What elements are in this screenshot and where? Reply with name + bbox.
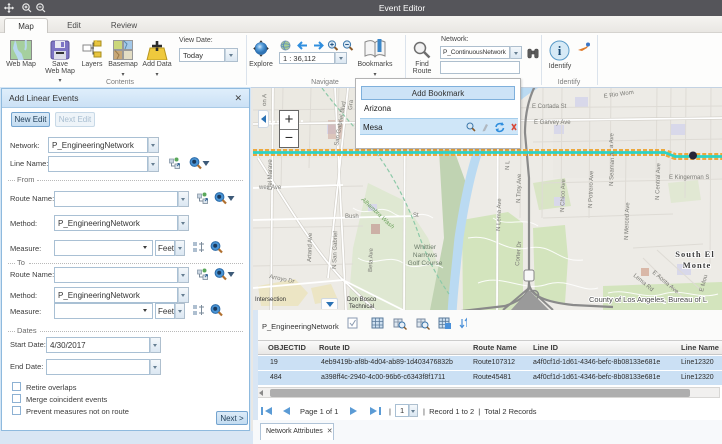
svg-text:Intersection: Intersection [255, 297, 286, 303]
svg-text:N L: N L [505, 160, 511, 170]
svg-text:N Chico Ave: N Chico Ave [560, 178, 567, 212]
svg-text:Don Bosco: Don Bosco [347, 297, 377, 303]
svg-text:Golf Course: Golf Course [408, 260, 443, 267]
svg-text:E Kingerman S: E Kingerman S [669, 175, 709, 181]
svg-text:Artand Ave: Artand Ave [307, 232, 314, 262]
svg-text:E Garvey Ave: E Garvey Ave [534, 120, 571, 126]
svg-text:South El: South El [675, 249, 714, 259]
svg-text:Monte: Monte [683, 260, 712, 270]
svg-text:Whittier: Whittier [414, 244, 437, 251]
svg-text:on A: on A [262, 94, 268, 106]
svg-text:wes Ave: wes Ave [258, 185, 282, 191]
svg-text:Gra: Gra [348, 99, 355, 110]
svg-text:E Cortada St: E Cortada St [532, 104, 567, 110]
svg-text:N Seaman A: N Seaman A [609, 152, 616, 186]
svg-text:County of Los Angeles, Bureau: County of Los Angeles, Bureau of L [589, 295, 707, 304]
svg-text:i: i [558, 43, 562, 58]
svg-text:Beta Ave: Beta Ave [368, 247, 375, 272]
svg-text:Bush: Bush [345, 214, 359, 220]
svg-text:St: St [413, 213, 419, 219]
svg-text:a Ave: a Ave [609, 132, 616, 148]
svg-text:N Lema Ave: N Lema Ave [496, 198, 503, 231]
svg-text:Narrows: Narrows [413, 252, 438, 259]
svg-text:N Troy Ave: N Troy Ave [516, 173, 523, 203]
